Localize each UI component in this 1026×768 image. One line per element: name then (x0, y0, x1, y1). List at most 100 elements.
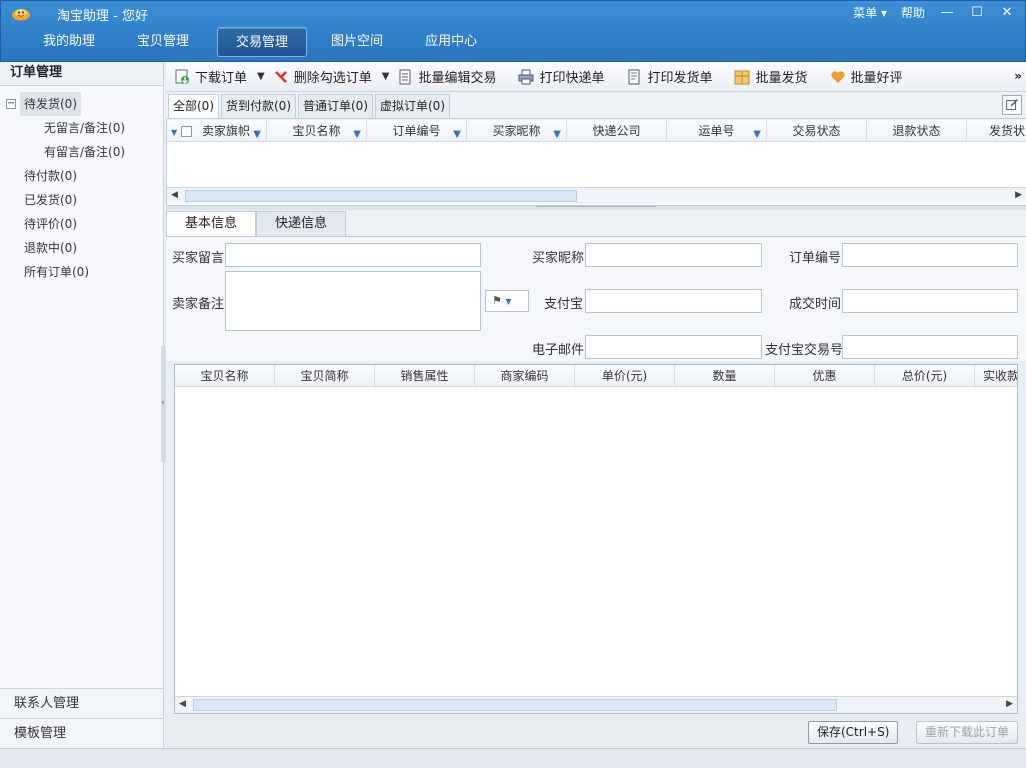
batch-review-button[interactable]: 批量好评 (830, 67, 903, 86)
batch-edit-icon (399, 69, 411, 84)
deal-time-input[interactable] (842, 289, 1018, 313)
buyer-message-input[interactable] (225, 243, 481, 267)
orders-table-header: ▼ 卖家旗帜 ▼ 宝贝名称 ▼ 订单编号 ▼ 买家昵称 ▼ 快递公司 运单号 ▼ 交易状… (167, 120, 1026, 142)
column-unit-price[interactable]: 单价(元) (575, 365, 675, 387)
tree-item-label: 已发货(0) (24, 193, 77, 207)
column-merchant-code[interactable]: 商家编码 (475, 365, 575, 387)
nav-item-management[interactable]: 宝贝管理 (119, 27, 207, 57)
scrollbar-thumb[interactable] (193, 699, 837, 711)
column-item-name[interactable]: 宝贝名称 ▼ (267, 120, 367, 142)
column-seller-flag[interactable]: ▼ 卖家旗帜 ▼ (167, 120, 267, 142)
seller-flag-select[interactable]: ⚑ ▼ (485, 290, 529, 312)
batch-edit-label: 批量编辑交易 (418, 71, 497, 86)
nav-trade-management[interactable]: 交易管理 (217, 27, 308, 57)
delete-checked-button[interactable]: 删除勾选订单 (273, 67, 372, 86)
detail-tabs: 基本信息 快递信息 (166, 211, 1026, 237)
select-all-checkbox[interactable] (181, 126, 193, 137)
edit-columns-icon[interactable] (1002, 95, 1022, 115)
download-orders-button[interactable]: 下载订单 (174, 67, 247, 86)
download-dropdown-icon[interactable]: ▼ (257, 71, 265, 82)
tree-item-label: 有留言/备注(0) (44, 145, 126, 159)
toolbar-overflow-icon[interactable]: » (1014, 69, 1022, 83)
column-buyer-nick[interactable]: 买家昵称 ▼ (467, 120, 567, 142)
save-button[interactable]: 保存(Ctrl+S) (808, 721, 899, 744)
batch-ship-button[interactable]: 批量发货 (734, 67, 808, 86)
filter-icon[interactable]: ▼ (553, 124, 561, 146)
filter-icon[interactable]: ▼ (353, 124, 361, 146)
order-items-table: 宝贝名称 宝贝简称 销售属性 商家编码 单价(元) 数量 优惠 总价(元) 实收… (174, 364, 1018, 714)
scroll-left-icon[interactable]: ◀ (179, 699, 186, 709)
maximize-icon[interactable]: ☐ (969, 5, 985, 20)
help-button[interactable]: 帮助 (901, 4, 925, 21)
print-ship-button[interactable]: 打印发货单 (626, 67, 712, 86)
tree-item-has-message[interactable]: 有留言/备注(0) (0, 140, 163, 164)
email-input[interactable] (585, 335, 762, 359)
tab-basic-info[interactable]: 基本信息 (166, 211, 256, 236)
print-express-label: 打印快递单 (539, 71, 605, 86)
column-item-short-name[interactable]: 宝贝简称 (275, 365, 375, 387)
column-tracking-no[interactable]: 运单号 ▼ (667, 120, 767, 142)
tab-normal[interactable]: 普通订单(0) (298, 94, 373, 118)
column-discount[interactable]: 优惠 (775, 365, 875, 387)
buyer-nick-input[interactable] (585, 243, 762, 267)
order-no-input[interactable] (842, 243, 1018, 267)
printer-icon (518, 69, 534, 84)
scroll-left-icon[interactable]: ◀ (171, 190, 178, 200)
seller-note-input[interactable] (225, 271, 481, 331)
tree-item-pending-ship[interactable]: − 待发货(0) (0, 92, 163, 116)
scrollbar-thumb[interactable] (185, 190, 577, 202)
delete-dropdown-icon[interactable]: ▼ (382, 71, 390, 82)
batch-ship-label: 批量发货 (755, 71, 808, 86)
tab-all[interactable]: 全部(0) (168, 94, 219, 118)
minimize-icon[interactable]: — (939, 5, 955, 20)
items-horizontal-scrollbar[interactable]: ◀ ▶ (175, 696, 1017, 713)
scroll-right-icon[interactable]: ▶ (1015, 190, 1022, 200)
alipay-input[interactable] (585, 289, 762, 313)
column-sale-attribute[interactable]: 销售属性 (375, 365, 475, 387)
package-icon (734, 70, 750, 84)
column-trade-status[interactable]: 交易状态 (767, 120, 867, 142)
tree-item-pending-payment[interactable]: 待付款(0) (0, 164, 163, 188)
redownload-order-button[interactable]: 重新下载此订单 (916, 721, 1019, 744)
orders-horizontal-scrollbar[interactable]: ◀ ▶ (167, 187, 1026, 204)
pane-splitter[interactable] (166, 206, 1026, 210)
column-received[interactable]: 实收款 (975, 365, 1017, 387)
filter-icon[interactable]: ▼ (753, 124, 761, 146)
sort-icon[interactable]: ▼ (171, 128, 177, 137)
column-item-name[interactable]: 宝贝名称 (175, 365, 275, 387)
close-icon[interactable]: ✕ (999, 5, 1015, 20)
column-refund-status[interactable]: 退款状态 (867, 120, 967, 142)
collapse-icon[interactable]: − (6, 99, 16, 109)
splitter-grip[interactable] (536, 206, 656, 209)
tree-item-all-orders[interactable]: 所有订单(0) (0, 260, 163, 284)
column-total-price[interactable]: 总价(元) (875, 365, 975, 387)
contacts-management-button[interactable]: 联系人管理 (0, 688, 163, 718)
batch-edit-button[interactable]: 批量编辑交易 (397, 67, 496, 86)
filter-icon[interactable]: ▼ (253, 124, 261, 146)
sidebar: 订单管理 − 待发货(0) 无留言/备注(0) 有留言/备注(0) 待付款(0)… (0, 62, 164, 748)
filter-icon[interactable]: ▼ (453, 124, 461, 146)
nav-my-assistant[interactable]: 我的助理 (25, 27, 113, 57)
template-management-button[interactable]: 模板管理 (0, 718, 163, 748)
order-type-tabs: 全部(0) 货到付款(0) 普通订单(0) 虚拟订单(0) (166, 93, 1026, 119)
nav-image-space[interactable]: 图片空间 (313, 27, 401, 57)
collapse-left-icon[interactable]: ‹ (161, 398, 165, 408)
tree-item-no-message[interactable]: 无留言/备注(0) (0, 116, 163, 140)
tree-item-refunding[interactable]: 退款中(0) (0, 236, 163, 260)
tab-express-info[interactable]: 快递信息 (256, 211, 346, 236)
tree-item-pending-review[interactable]: 待评价(0) (0, 212, 163, 236)
column-ship-status[interactable]: 发货状 (967, 120, 1026, 142)
column-order-no[interactable]: 订单编号 ▼ (367, 120, 467, 142)
menu-button[interactable]: 菜单 ▾ (853, 4, 887, 21)
column-quantity[interactable]: 数量 (675, 365, 775, 387)
column-express-company[interactable]: 快递公司 (567, 120, 667, 142)
scroll-right-icon[interactable]: ▶ (1006, 699, 1013, 709)
batch-review-label: 批量好评 (850, 71, 903, 86)
print-express-button[interactable]: 打印快递单 (518, 67, 604, 86)
tree-item-shipped[interactable]: 已发货(0) (0, 188, 163, 212)
nav-app-center[interactable]: 应用中心 (407, 27, 495, 57)
tab-cod[interactable]: 货到付款(0) (221, 94, 296, 118)
tab-virtual[interactable]: 虚拟订单(0) (375, 94, 450, 118)
alipay-trade-no-input[interactable] (842, 335, 1018, 359)
tree-item-label: 无留言/备注(0) (44, 121, 126, 135)
